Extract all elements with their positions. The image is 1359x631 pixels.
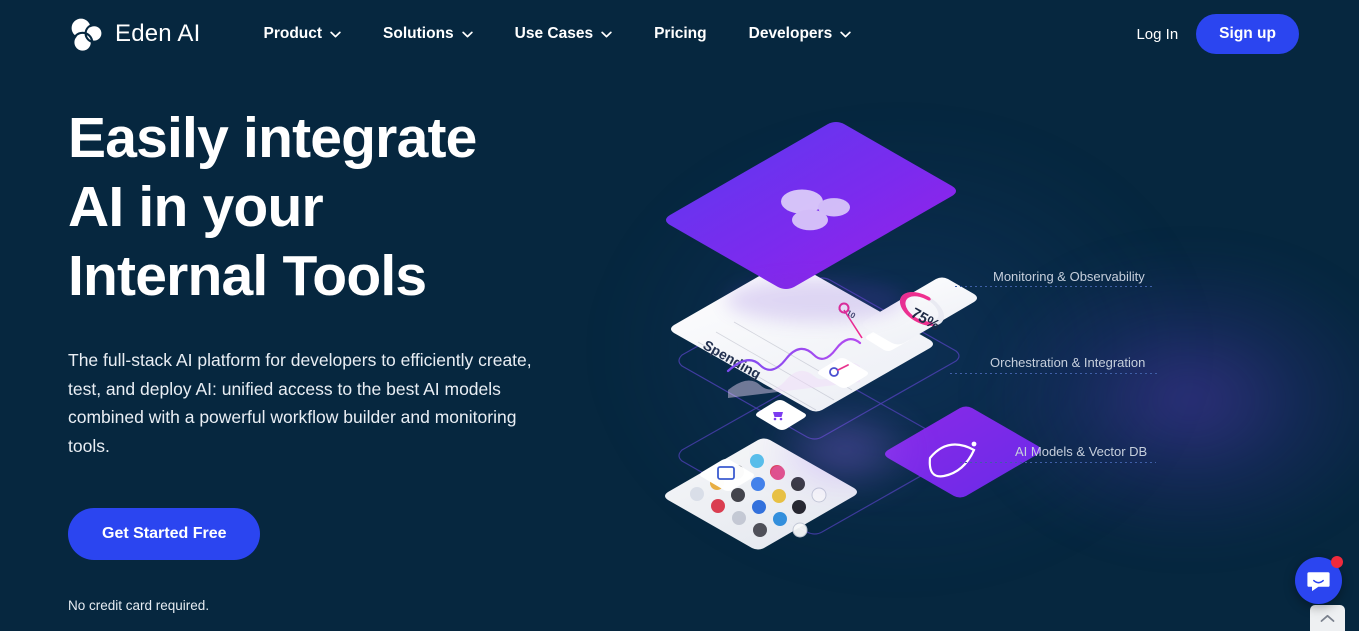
hero-page: Eden AI Product Solutions Use Cases Pric… [0,0,1359,631]
headline-line-2: AI in your [68,175,324,239]
nav-links: Product Solutions Use Cases Pricing Deve… [242,17,872,51]
main-navigation: Eden AI Product Solutions Use Cases Pric… [0,0,1359,68]
stack-label-monitoring: Monitoring & Observability [993,269,1145,284]
get-started-free-button[interactable]: Get Started Free [68,508,261,560]
signup-button[interactable]: Sign up [1196,14,1299,54]
connector-line-monitoring [955,286,1153,287]
chevron-down-icon [840,31,851,37]
stack-label-orchestration: Orchestration & Integration [990,355,1146,370]
chevron-up-icon [1320,614,1335,622]
nav-item-label: Solutions [383,25,454,42]
nav-item-product[interactable]: Product [242,17,362,51]
login-link[interactable]: Log In [1136,26,1178,43]
eden-ai-logo-icon [68,16,104,54]
brand-logo-link[interactable]: Eden AI [68,16,201,54]
hero-content: Easily integrate AI in your Internal Too… [68,104,608,613]
nav-item-label: Pricing [654,25,707,42]
page-title: Easily integrate AI in your Internal Too… [68,104,608,311]
stack-label-ai-models: AI Models & Vector DB [1015,444,1148,459]
hero-subcopy: The full-stack AI platform for developer… [68,350,532,456]
scroll-to-top-button[interactable] [1310,605,1345,631]
nav-item-label: Developers [748,25,833,42]
nav-item-label: Use Cases [514,25,594,42]
chevron-down-icon [330,31,341,37]
nav-item-developers[interactable]: Developers [728,17,873,51]
brand-name: Eden AI [115,20,201,47]
eden-ai-top-card [666,122,956,289]
chat-launcher-button[interactable] [1295,556,1343,604]
headline-line-1: Easily integrate [68,106,477,170]
no-credit-card-note: No credit card required. [68,598,210,613]
nav-item-use-cases[interactable]: Use Cases [494,17,633,51]
nav-item-pricing[interactable]: Pricing [633,17,728,51]
nav-actions: Log In Sign up [1136,14,1299,54]
stack-diagram: Spending $510 [665,122,1041,550]
chat-unread-badge [1331,556,1343,568]
product-stack-illustration: Spending $510 [640,120,1200,560]
chevron-down-icon [601,31,612,37]
chevron-down-icon [461,31,473,37]
nav-item-solutions[interactable]: Solutions [362,17,494,51]
connector-line-orchestration [950,373,1158,374]
nav-item-label: Product [263,25,323,42]
intercom-chat-icon [1307,572,1330,592]
connector-line-models [960,462,1156,463]
headline-line-3: Internal Tools [68,244,427,308]
